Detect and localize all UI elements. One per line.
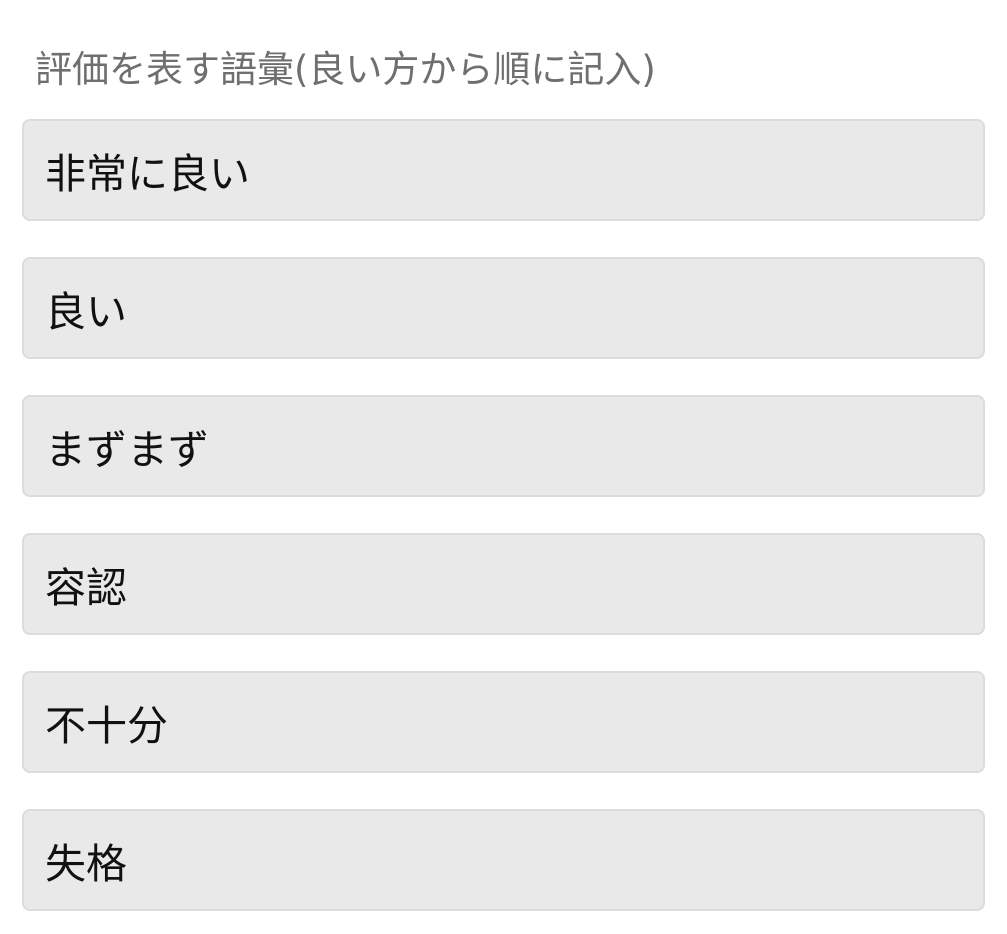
rating-level-3-input[interactable] [22,395,985,497]
rating-level-4-input[interactable] [22,533,985,635]
rating-level-1-input[interactable] [22,119,985,221]
rating-level-6-input[interactable] [22,809,985,911]
rating-scale-label: 評価を表す語彙(良い方から順に記入) [35,48,656,91]
rating-scale-form: 評価を表す語彙(良い方から順に記入) [0,0,1007,934]
rating-level-5-input[interactable] [22,671,985,773]
rating-level-2-input[interactable] [22,257,985,359]
